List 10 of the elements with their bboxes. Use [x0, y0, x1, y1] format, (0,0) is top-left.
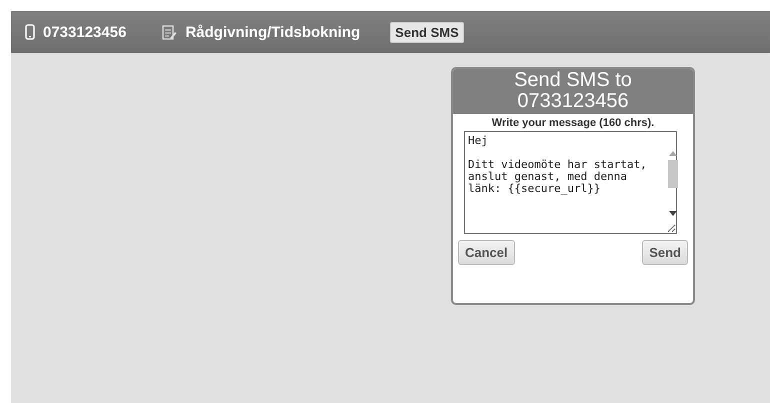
dialog-title: Send SMS to 0733123456: [453, 69, 693, 114]
service-title: Rådgivning/Tidsbokning: [185, 24, 360, 40]
phone-icon: [25, 24, 35, 40]
message-field[interactable]: Hej Ditt videomöte har startat, anslut genast, med denna länk: {{secure_url}}: [464, 131, 677, 234]
notepad-icon: [162, 24, 178, 40]
phone-number: 0733123456: [43, 24, 126, 40]
message-prompt: Write your message (160 chrs).: [490, 117, 656, 129]
send-button[interactable]: Send: [642, 240, 688, 265]
cancel-button[interactable]: Cancel: [458, 240, 515, 265]
send-sms-button[interactable]: Send SMS: [390, 22, 464, 42]
